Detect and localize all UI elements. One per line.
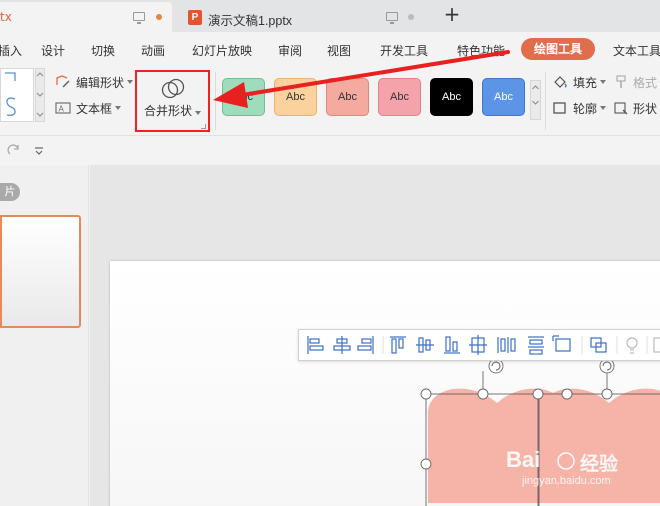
annotation-arrow: [213, 50, 510, 108]
app-window: tx P 演示文稿1.pptx + 插入 设计 切换 动画 幻灯片放映 审阅 视…: [0, 0, 660, 506]
